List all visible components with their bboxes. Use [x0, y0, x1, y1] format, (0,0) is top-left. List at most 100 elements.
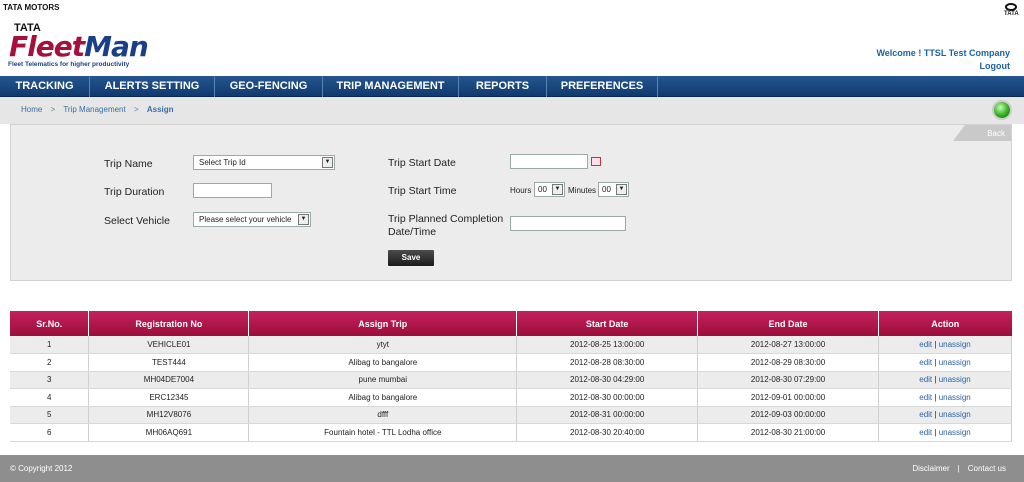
vehicle-select[interactable]: Please select your vehicle ▼ [193, 212, 311, 227]
trip-name-select[interactable]: Select Trip Id ▼ [193, 155, 335, 170]
cell-trip: ytyt [248, 336, 518, 354]
cell-registration: TEST444 [88, 353, 250, 372]
cell-end: 2012-08-30 21:00:00 [697, 423, 879, 442]
chevron-down-icon[interactable]: ▼ [552, 184, 563, 195]
nav-alerts-setting[interactable]: ALERTS SETTING [90, 76, 215, 97]
table-row: 4 ERC12345 Alibag to bangalore 2012-08-3… [10, 388, 1012, 407]
table-row: 1 VEHICLE01 ytyt 2012-08-25 13:00:00 201… [10, 336, 1012, 354]
unassign-link[interactable]: unassign [939, 340, 971, 349]
col-end-date: End Date [697, 311, 879, 336]
fleetman-logo[interactable]: TATA FleetMan Fleet Telematics for highe… [8, 20, 149, 72]
logo-tagline: Fleet Telematics for higher productivity [8, 61, 130, 68]
nav-tracking[interactable]: TRACKING [0, 76, 90, 97]
edit-link[interactable]: edit [919, 410, 932, 419]
edit-link[interactable]: edit [919, 375, 932, 384]
cell-action: edit | unassign [878, 406, 1012, 424]
col-start-date: Start Date [516, 311, 699, 336]
trip-duration-label: Trip Duration [104, 186, 165, 198]
cell-sr: 6 [10, 423, 90, 442]
save-button[interactable]: Save [388, 250, 434, 266]
action-separator: | [934, 357, 937, 367]
trip-duration-input[interactable] [193, 183, 272, 198]
footer-links: Disclaimer | Contact us [912, 464, 1006, 473]
tata-motors-label: TATA MOTORS [3, 3, 60, 12]
cell-registration: MH06AQ691 [88, 423, 250, 442]
edit-link[interactable]: edit [919, 428, 932, 437]
cell-start: 2012-08-28 08:30:00 [516, 353, 699, 372]
edit-link[interactable]: edit [919, 393, 932, 402]
calendar-icon[interactable] [591, 157, 601, 166]
trip-start-time-label: Trip Start Time [388, 185, 457, 197]
action-separator: | [934, 410, 937, 420]
cell-action: edit | unassign [878, 388, 1012, 407]
hours-value: 00 [538, 185, 547, 194]
nav-reports[interactable]: REPORTS [459, 76, 547, 97]
select-vehicle-label: Select Vehicle [104, 215, 170, 227]
cell-trip: dfff [248, 406, 518, 424]
planned-completion-label: Trip Planned Completion [388, 213, 504, 225]
breadcrumb: Home > Trip Management > Assign [21, 105, 180, 114]
cell-start: 2012-08-30 00:00:00 [516, 388, 699, 407]
chevron-down-icon[interactable]: ▼ [322, 157, 333, 168]
main-nav: TRACKING ALERTS SETTING GEO-FENCING TRIP… [0, 76, 1024, 97]
unassign-link[interactable]: unassign [939, 393, 971, 402]
cell-trip: pune mumbai [248, 371, 518, 389]
footer: © Copyright 2012 Disclaimer | Contact us [0, 455, 1024, 482]
logo-fleetman-text: FleetMan [9, 30, 149, 63]
back-button[interactable]: Back [953, 125, 1011, 141]
cell-action: edit | unassign [878, 423, 1012, 442]
col-registration-no: Registration No [88, 311, 250, 336]
nav-geo-fencing[interactable]: GEO-FENCING [215, 76, 323, 97]
logo-man-word: Man [84, 30, 149, 63]
planned-completion-input[interactable] [510, 216, 626, 231]
tata-logo-icon [1005, 3, 1017, 11]
footer-divider: | [957, 464, 960, 473]
nav-trip-management[interactable]: TRIP MANAGEMENT [323, 76, 459, 97]
breadcrumb-home[interactable]: Home [21, 105, 42, 114]
hours-select[interactable]: 00 ▼ [534, 182, 565, 197]
unassign-link[interactable]: unassign [939, 428, 971, 437]
disclaimer-link[interactable]: Disclaimer [912, 464, 949, 473]
unassign-link[interactable]: unassign [939, 358, 971, 367]
hours-label: Hours [510, 186, 532, 195]
col-assign-trip: Assign Trip [248, 311, 518, 336]
table-row: 3 MH04DE7004 pune mumbai 2012-08-30 04:2… [10, 371, 1012, 389]
edit-link[interactable]: edit [919, 358, 932, 367]
table-row: 5 MH12V8076 dfff 2012-08-31 00:00:00 201… [10, 406, 1012, 424]
minutes-select[interactable]: 00 ▼ [598, 182, 629, 197]
action-separator: | [934, 340, 937, 349]
col-action: Action [878, 311, 1012, 336]
breadcrumb-trip-management[interactable]: Trip Management [63, 105, 125, 114]
nav-preferences[interactable]: PREFERENCES [547, 76, 658, 97]
cell-end: 2012-09-01 00:00:00 [697, 388, 879, 407]
trip-start-date-input[interactable] [510, 154, 588, 169]
cell-sr: 5 [10, 406, 90, 424]
unassign-link[interactable]: unassign [939, 410, 971, 419]
logo-fleet-word: Fleet [9, 30, 85, 63]
assigned-trips-table: Sr.No. Registration No Assign Trip Start… [10, 311, 1012, 442]
cell-end: 2012-08-27 13:00:00 [697, 336, 879, 354]
tata-corner-label: TATA [1004, 11, 1019, 17]
table-header-row: Sr.No. Registration No Assign Trip Start… [10, 311, 1012, 336]
cell-end: 2012-09-03 00:00:00 [697, 406, 879, 424]
cell-start: 2012-08-25 13:00:00 [516, 336, 699, 354]
cell-end: 2012-08-29 08:30:00 [697, 353, 879, 372]
edit-link[interactable]: edit [919, 340, 932, 349]
logout-link[interactable]: Logout [876, 60, 1011, 73]
col-sr-no: Sr.No. [10, 311, 90, 336]
welcome-text: Welcome ! TTSL Test Company [876, 48, 1010, 58]
cell-action: edit | unassign [878, 353, 1012, 372]
unassign-link[interactable]: unassign [939, 375, 971, 384]
chevron-down-icon[interactable]: ▼ [616, 184, 627, 195]
contact-us-link[interactable]: Contact us [968, 464, 1006, 473]
cell-start: 2012-08-31 00:00:00 [516, 406, 699, 424]
cell-sr: 2 [10, 353, 90, 372]
chevron-down-icon[interactable]: ▼ [298, 214, 309, 225]
action-separator: | [934, 427, 937, 437]
cell-action: edit | unassign [878, 371, 1012, 389]
cell-registration: ERC12345 [88, 388, 250, 407]
cell-registration: MH04DE7004 [88, 371, 250, 389]
cell-start: 2012-08-30 04:29:00 [516, 371, 699, 389]
connection-status-icon [992, 100, 1012, 120]
assign-trip-form: Back Trip Name Select Trip Id ▼ Trip Dur… [10, 124, 1012, 281]
